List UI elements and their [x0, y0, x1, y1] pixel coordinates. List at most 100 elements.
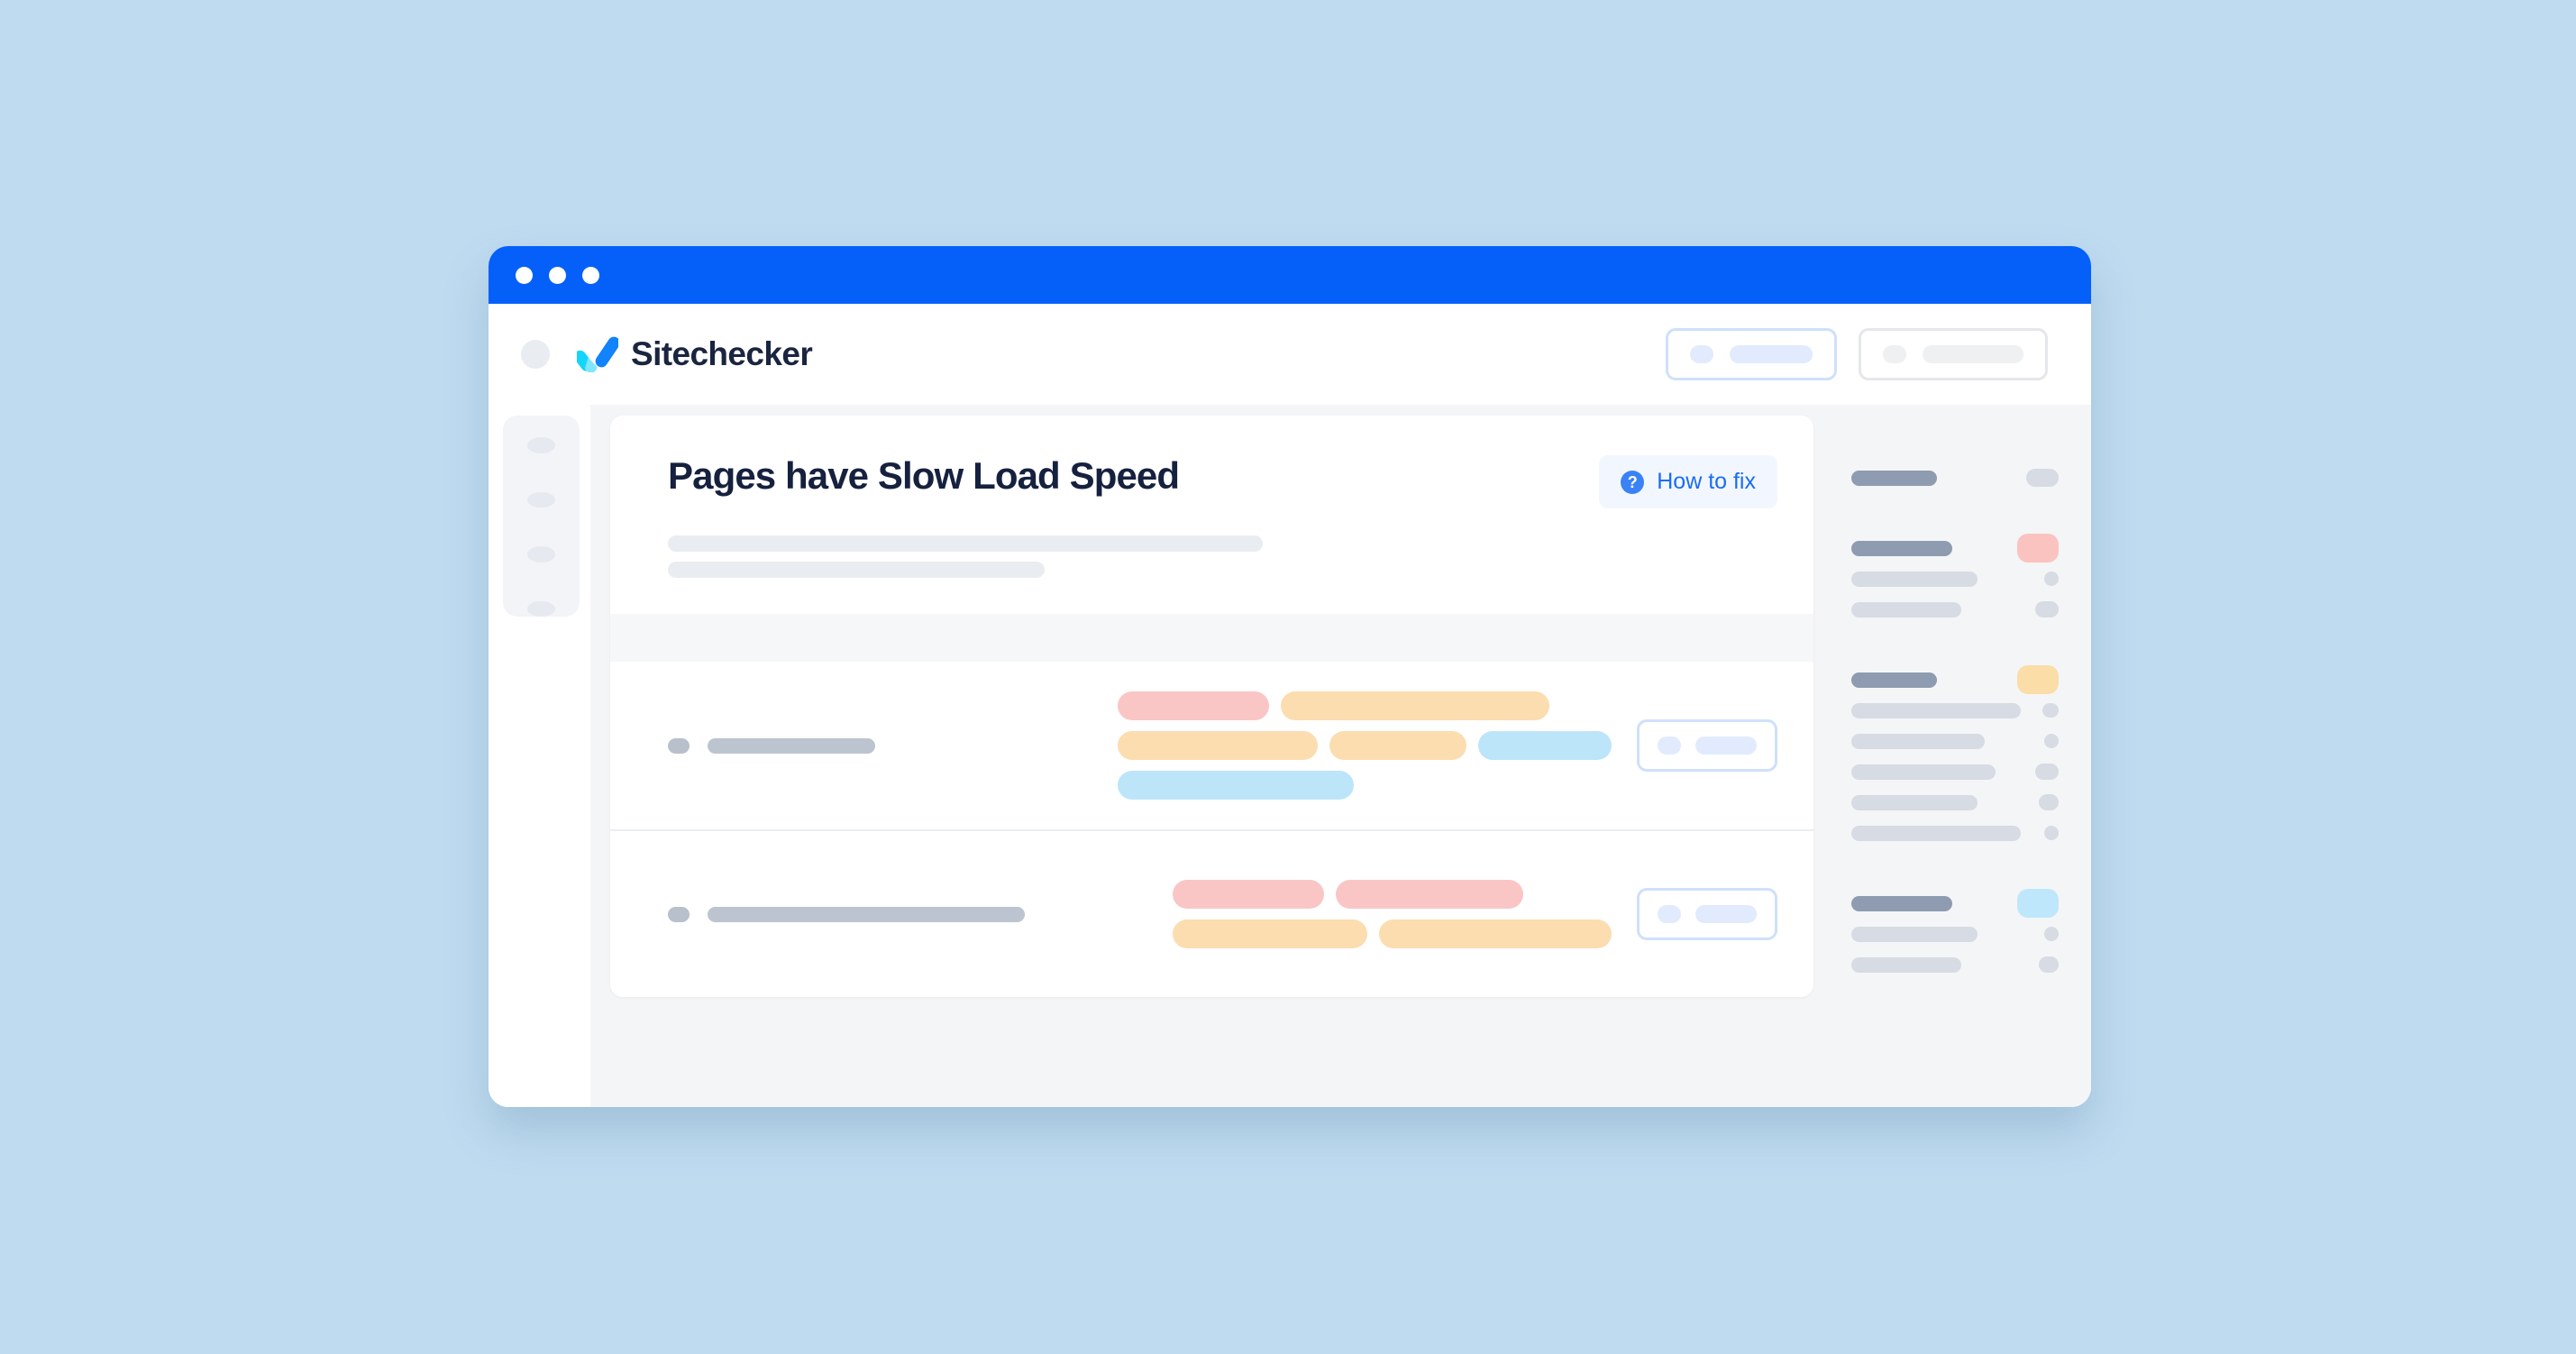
- sidebar-label-placeholder: [1851, 956, 1961, 973]
- sidebar-badge-gray: [2035, 764, 2059, 780]
- sidebar-badge-gray: [2044, 927, 2059, 941]
- tag-line: [1118, 771, 1612, 800]
- status-tag-orange[interactable]: [1118, 731, 1318, 760]
- issue-card-header: Pages have Slow Load Speed ? How to fix: [610, 416, 1813, 614]
- skeleton-dot-icon: [1658, 736, 1681, 755]
- sidebar-section-gap: [1851, 509, 2059, 533]
- sidebar-label-placeholder: [1851, 825, 2021, 841]
- row-label-group: [668, 737, 875, 754]
- question-mark-circle-icon: ?: [1621, 470, 1645, 494]
- status-tag-orange[interactable]: [1173, 919, 1367, 948]
- content-area: Pages have Slow Load Speed ? How to fix: [590, 405, 2091, 1107]
- sidebar-section: [1851, 533, 2059, 625]
- sidebar-label-placeholder: [1851, 540, 1952, 556]
- description-line: [668, 562, 1045, 578]
- brand: Sitechecker: [573, 335, 813, 373]
- table-row-1[interactable]: [610, 662, 1813, 829]
- page-title: Pages have Slow Load Speed: [668, 454, 1180, 497]
- sidebar-label-placeholder: [1851, 764, 1996, 780]
- status-tag-pink[interactable]: [1336, 880, 1523, 909]
- row-action-button-1[interactable]: [1637, 719, 1777, 772]
- description-line: [668, 535, 1263, 552]
- sidebar-sub-item[interactable]: [1851, 563, 2059, 594]
- header-secondary-button[interactable]: [1859, 328, 2048, 380]
- sidebar-badge-gray: [2035, 601, 2059, 618]
- app-header: Sitechecker: [489, 304, 2091, 405]
- sidebar-badge-gray: [2044, 572, 2059, 586]
- left-nav-rail: [489, 405, 590, 1107]
- sidebar-label-placeholder: [1851, 601, 1961, 618]
- sidebar-section-gap: [1851, 865, 2059, 888]
- table-row-2[interactable]: [610, 829, 1813, 997]
- row-label-group: [668, 906, 1025, 922]
- right-sidebar: [1832, 416, 2091, 1107]
- sidebar-sub-item[interactable]: [1851, 726, 2059, 756]
- sidebar-label-placeholder: [1851, 470, 1937, 486]
- how-to-fix-button[interactable]: ? How to fix: [1599, 455, 1777, 508]
- browser-title-bar: [489, 246, 2091, 304]
- sidebar-sub-item[interactable]: [1851, 949, 2059, 980]
- status-tag-orange[interactable]: [1329, 731, 1466, 760]
- sidebar-section-gap: [1851, 641, 2059, 664]
- row-tag-cluster: [1173, 880, 1612, 948]
- left-nav-panel: [503, 416, 580, 617]
- sidebar-sub-item[interactable]: [1851, 919, 2059, 949]
- sidebar-section-header[interactable]: [1851, 533, 2059, 563]
- sitechecker-checkmark-logo: [573, 336, 620, 373]
- header-actions: [1666, 328, 2066, 380]
- status-tag-pink[interactable]: [1173, 880, 1324, 909]
- sidebar-section: [1851, 888, 2059, 980]
- sidebar-sub-item[interactable]: [1851, 787, 2059, 818]
- skeleton-label: [1695, 736, 1757, 755]
- skeleton-dot-icon: [1658, 905, 1681, 923]
- sidebar-label-placeholder: [1851, 702, 2021, 718]
- header-primary-button[interactable]: [1666, 328, 1837, 380]
- main-column: Pages have Slow Load Speed ? How to fix: [610, 416, 1832, 1107]
- status-tag-blue[interactable]: [1478, 731, 1612, 760]
- sidebar-badge-pink: [2017, 534, 2059, 563]
- row-bullet-icon: [668, 737, 690, 754]
- traffic-light-minimize-icon[interactable]: [549, 266, 566, 284]
- sidebar-label-placeholder: [1851, 926, 1978, 942]
- sidebar-sub-item[interactable]: [1851, 594, 2059, 625]
- sidebar-badge-blue: [2017, 889, 2059, 918]
- nav-circle-icon-4[interactable]: [527, 600, 555, 617]
- sidebar-sub-item[interactable]: [1851, 756, 2059, 787]
- skeleton-dot-icon: [1883, 345, 1906, 363]
- nav-circle-icon-1[interactable]: [527, 437, 555, 453]
- skeleton-label: [1730, 345, 1813, 363]
- sidebar-sub-item[interactable]: [1851, 695, 2059, 726]
- tag-line: [1118, 731, 1612, 760]
- sidebar-sub-item[interactable]: [1851, 818, 2059, 848]
- status-tag-pink[interactable]: [1118, 691, 1269, 720]
- sidebar-badge-gray: [2042, 703, 2059, 718]
- traffic-light-close-icon[interactable]: [516, 266, 533, 284]
- sidebar-label-placeholder: [1851, 733, 1985, 749]
- brand-name: Sitechecker: [631, 335, 813, 372]
- sidebar-badge-gray: [2044, 826, 2059, 840]
- tag-line: [1118, 691, 1612, 720]
- row-label-placeholder: [708, 737, 875, 754]
- sidebar-label-placeholder: [1851, 794, 1978, 810]
- sidebar-section-header[interactable]: [1851, 664, 2059, 695]
- issue-table-body: [610, 662, 1813, 997]
- status-tag-blue[interactable]: [1118, 771, 1354, 800]
- traffic-light-maximize-icon[interactable]: [582, 266, 599, 284]
- row-action-button-2[interactable]: [1637, 888, 1777, 940]
- skeleton-dot-icon: [1690, 345, 1713, 363]
- nav-circle-icon-3[interactable]: [527, 546, 555, 563]
- sidebar-badge-gray: [2039, 956, 2059, 973]
- sidebar-section: [1851, 664, 2059, 848]
- avatar-placeholder-icon[interactable]: [521, 340, 550, 369]
- status-tag-orange[interactable]: [1281, 691, 1549, 720]
- sidebar-section: [1851, 462, 2059, 493]
- sidebar-section-header[interactable]: [1851, 888, 2059, 919]
- row-bullet-icon: [668, 906, 690, 922]
- row-label-placeholder: [708, 906, 1025, 922]
- table-header-strip: [610, 614, 1813, 662]
- sidebar-section-header[interactable]: [1851, 462, 2059, 493]
- nav-circle-icon-2[interactable]: [527, 491, 555, 508]
- status-tag-orange[interactable]: [1379, 919, 1612, 948]
- skeleton-label: [1923, 345, 2023, 363]
- description-skeleton: [668, 535, 1777, 578]
